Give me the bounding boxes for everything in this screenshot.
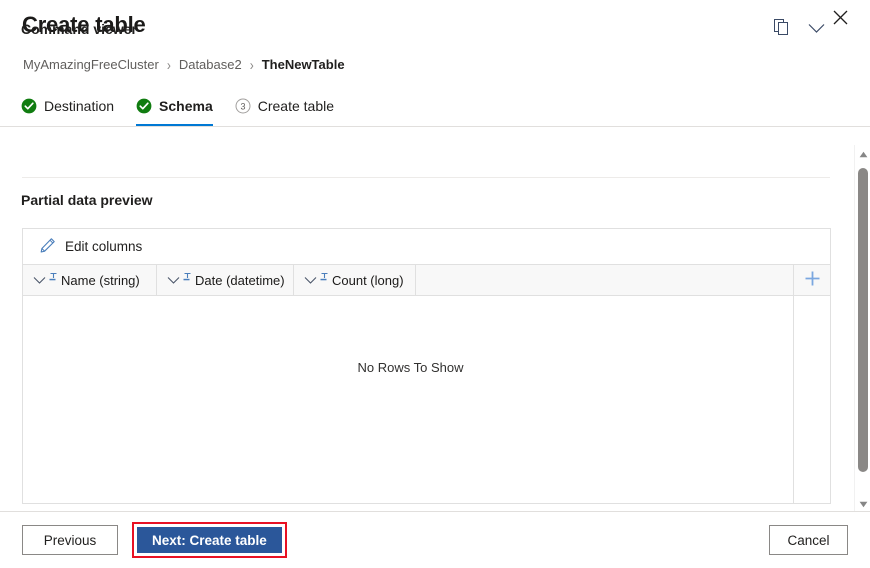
grid-header-row: Name (string) Date (datetime) Count (lon…: [23, 265, 830, 296]
copy-icon: [774, 19, 790, 39]
chevron-down-icon: [808, 22, 825, 37]
column-header-count-label: Count (long): [332, 272, 404, 288]
scrollbar-down-button[interactable]: [855, 495, 870, 512]
breadcrumb-separator: ›: [249, 55, 254, 74]
command-viewer-actions: [772, 19, 826, 39]
breadcrumb-item-database[interactable]: Database2: [179, 57, 242, 72]
panel-scrollbar[interactable]: [854, 145, 870, 512]
panel-body: Partial data preview Edit columns Name (…: [0, 178, 838, 512]
command-viewer-title: Command viewer: [21, 21, 137, 37]
previous-button[interactable]: Previous: [22, 525, 118, 555]
close-button[interactable]: [820, 0, 860, 34]
check-circle-icon: [21, 98, 37, 114]
tab-destination[interactable]: Destination: [21, 92, 114, 122]
tab-schema[interactable]: Schema: [136, 92, 213, 126]
copy-button[interactable]: [772, 19, 792, 39]
close-icon: [833, 10, 848, 25]
scrollbar-thumb[interactable]: [858, 168, 868, 472]
section-title: Partial data preview: [21, 192, 153, 208]
grid-body: No Rows To Show: [23, 296, 830, 503]
next-button-highlight: Next: Create table: [132, 522, 287, 558]
breadcrumb-item-table: TheNewTable: [261, 57, 345, 72]
column-header-name[interactable]: Name (string): [23, 265, 157, 295]
wizard-steps: Destination Schema 3 Create table: [21, 92, 356, 126]
column-header-date[interactable]: Date (datetime): [157, 265, 294, 295]
triangle-down-icon: [859, 496, 868, 511]
plus-icon: [804, 270, 821, 290]
check-circle-icon: [136, 98, 152, 114]
edit-columns-label: Edit columns: [65, 239, 143, 254]
scrollbar-up-button[interactable]: [855, 145, 870, 162]
pencil-icon: [39, 237, 56, 257]
breadcrumb: MyAmazingFreeCluster › Database2 › TheNe…: [23, 55, 345, 74]
tab-create-table[interactable]: 3 Create table: [235, 92, 334, 122]
tab-create-table-label: Create table: [257, 98, 335, 114]
column-header-filler: [416, 265, 794, 295]
data-grid: Edit columns Name (string) Date (datetim…: [22, 228, 831, 504]
grid-right-divider: [793, 296, 794, 503]
steps-divider: [0, 126, 870, 127]
grid-toolbar: Edit columns: [23, 229, 830, 265]
column-header-date-label: Date (datetime): [195, 272, 285, 288]
chevron-down-icon[interactable]: [33, 273, 46, 288]
footer: Previous Next: Create table Cancel: [0, 512, 870, 568]
expand-command-viewer-button[interactable]: [806, 19, 826, 39]
next-create-table-button[interactable]: Next: Create table: [137, 527, 282, 553]
tab-schema-label: Schema: [159, 98, 213, 114]
long-type-icon: [320, 272, 331, 288]
datetime-type-icon: [183, 272, 194, 288]
chevron-down-icon[interactable]: [167, 273, 180, 288]
svg-text:3: 3: [240, 101, 245, 111]
chevron-down-icon[interactable]: [304, 273, 317, 288]
column-header-count[interactable]: Count (long): [294, 265, 416, 295]
empty-state-message: No Rows To Show: [357, 360, 464, 375]
breadcrumb-item-cluster[interactable]: MyAmazingFreeCluster: [23, 57, 159, 72]
breadcrumb-separator: ›: [166, 55, 171, 74]
cancel-button[interactable]: Cancel: [769, 525, 848, 555]
triangle-up-icon: [859, 146, 868, 161]
tab-destination-label: Destination: [44, 98, 115, 114]
add-column-button[interactable]: [794, 265, 830, 295]
edit-columns-button[interactable]: Edit columns: [39, 237, 142, 257]
string-type-icon: [49, 272, 60, 288]
column-header-name-label: Name (string): [61, 272, 140, 288]
step-number-icon: 3: [235, 98, 251, 114]
